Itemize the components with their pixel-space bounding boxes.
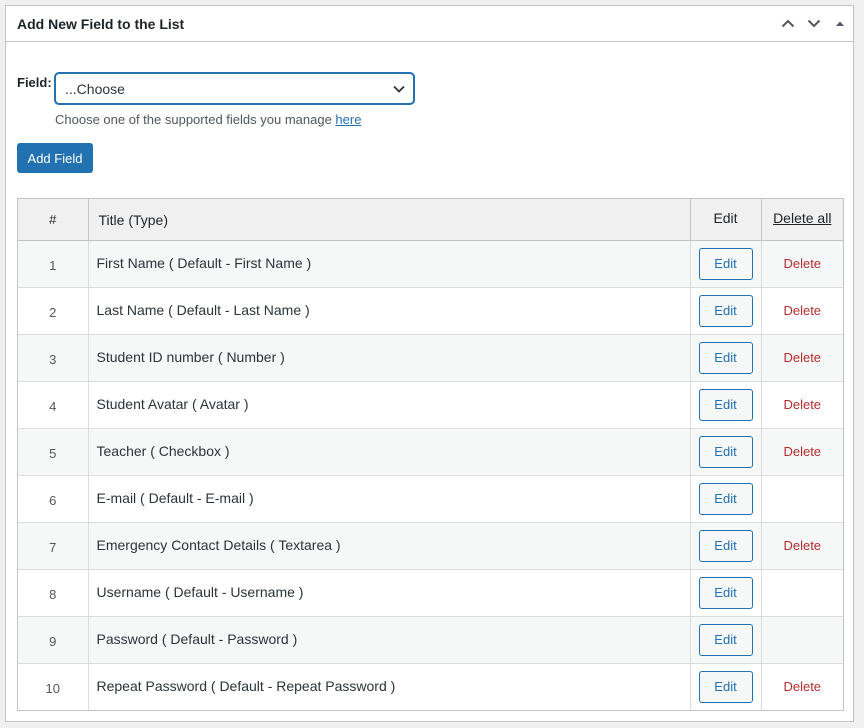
table-row: 9 Password ( Default - Password ) Edit [18,615,843,663]
delete-link[interactable]: Delete [783,679,821,694]
row-title: First Name ( Default - First Name ) [87,240,690,287]
row-title: Username ( Default - Username ) [87,568,690,616]
table-row: 4 Student Avatar ( Avatar ) Edit Delete [18,380,843,428]
chevron-up-icon [781,19,795,28]
row-edit-cell: Edit [689,615,761,663]
table-row: 7 Emergency Contact Details ( Textarea ) E… [18,521,843,569]
row-delete-cell: Delete [760,240,843,287]
delete-link[interactable]: Delete [783,350,821,365]
table-row: 2 Last Name ( Default - Last Name ) Edit De… [18,286,843,334]
row-number: 8 [18,568,88,616]
row-title: Password ( Default - Password ) [87,615,690,663]
row-number: 3 [18,333,88,381]
row-delete-cell: Delete [760,380,843,428]
row-number: 5 [18,427,88,475]
panel-header: Add New Field to the List [6,6,853,42]
delete-link[interactable]: Delete [783,444,821,459]
row-edit-cell: Edit [689,521,761,569]
fields-table: # Title (Type) Edit Delete all 1 First Na… [18,199,843,710]
row-title: Student ID number ( Number ) [87,333,690,381]
row-delete-cell: Delete [760,427,843,475]
row-delete-cell: Delete [760,662,843,710]
edit-button[interactable]: Edit [698,529,753,562]
header-number: # [18,199,88,241]
row-edit-cell: Edit [689,240,761,287]
table-row: 3 Student ID number ( Number ) Edit Delete [18,333,843,381]
header-edit: Edit [689,199,761,241]
row-number: 2 [18,286,88,334]
row-edit-cell: Edit [689,286,761,334]
chevron-down-icon [393,85,405,93]
row-title: Student Avatar ( Avatar ) [87,380,690,428]
panel-title: Add New Field to the List [17,15,185,32]
field-label: Field: [17,75,52,90]
field-control: ...Choose Choose one of the supported fi… [55,73,414,127]
row-number: 6 [18,474,88,522]
add-field-panel: Add New Field to the List Field: ...Choo… [5,5,854,722]
row-title: Repeat Password ( Default - Repeat Passw… [87,662,690,710]
row-number: 10 [18,662,88,710]
edit-button[interactable]: Edit [698,388,753,421]
delete-link[interactable]: Delete [783,256,821,271]
field-select-value: ...Choose [65,80,125,97]
table-row: 8 Username ( Default - Username ) Edit [18,568,843,616]
field-help: Choose one of the supported fields you m… [55,112,414,127]
row-edit-cell: Edit [689,380,761,428]
edit-button[interactable]: Edit [698,294,753,327]
row-title: Teacher ( Checkbox ) [87,427,690,475]
delete-link[interactable]: Delete [783,538,821,553]
row-edit-cell: Edit [689,333,761,381]
header-title: Title (Type) [87,199,690,241]
edit-button[interactable]: Edit [698,482,753,515]
row-delete-cell [760,615,843,663]
row-delete-cell [760,568,843,616]
row-number: 9 [18,615,88,663]
field-select[interactable]: ...Choose [55,73,414,104]
toggle-panel-button[interactable] [827,6,853,42]
row-number: 4 [18,380,88,428]
field-row: Field: ...Choose Choose one of the suppo… [17,73,414,127]
delete-link[interactable]: Delete [783,397,821,412]
field-help-text: Choose one of the supported fields you m… [55,112,336,127]
delete-all-link[interactable]: Delete all [773,210,831,226]
edit-button[interactable]: Edit [698,435,753,468]
row-title: Emergency Contact Details ( Textarea ) [87,521,690,569]
header-delete-all: Delete all [760,199,843,241]
chevron-down-icon [807,19,821,28]
row-delete-cell: Delete [760,333,843,381]
row-edit-cell: Edit [689,427,761,475]
row-title: E-mail ( Default - E-mail ) [87,474,690,522]
manage-fields-link[interactable]: here [335,112,361,127]
row-delete-cell: Delete [760,521,843,569]
row-delete-cell [760,474,843,522]
edit-button[interactable]: Edit [698,670,753,703]
table-row: 1 First Name ( Default - First Name ) Edit… [18,240,843,287]
table-header-row: # Title (Type) Edit Delete all [18,199,843,241]
row-edit-cell: Edit [689,662,761,710]
delete-link[interactable]: Delete [783,303,821,318]
row-number: 1 [49,258,57,273]
table-row: 6 E-mail ( Default - E-mail ) Edit [18,474,843,522]
row-number: 7 [18,521,88,569]
edit-button[interactable]: Edit [698,247,753,280]
table-row: 5 Teacher ( Checkbox ) Edit Delete [18,427,843,475]
move-up-button[interactable] [775,6,801,42]
edit-button[interactable]: Edit [698,623,753,656]
panel-header-actions [775,6,853,42]
row-edit-cell: Edit [689,474,761,522]
edit-button[interactable]: Edit [698,341,753,374]
move-down-button[interactable] [801,6,827,42]
caret-up-icon [836,21,844,26]
row-edit-cell: Edit [689,568,761,616]
row-delete-cell: Delete [760,286,843,334]
add-field-button[interactable]: Add Field [17,143,93,173]
row-title: Last Name ( Default - Last Name ) [87,286,690,334]
table-row: 10 Repeat Password ( Default - Repeat Pas… [18,662,843,710]
fields-table-wrapper: # Title (Type) Edit Delete all 1 First Na… [17,198,844,711]
edit-button[interactable]: Edit [698,576,753,609]
